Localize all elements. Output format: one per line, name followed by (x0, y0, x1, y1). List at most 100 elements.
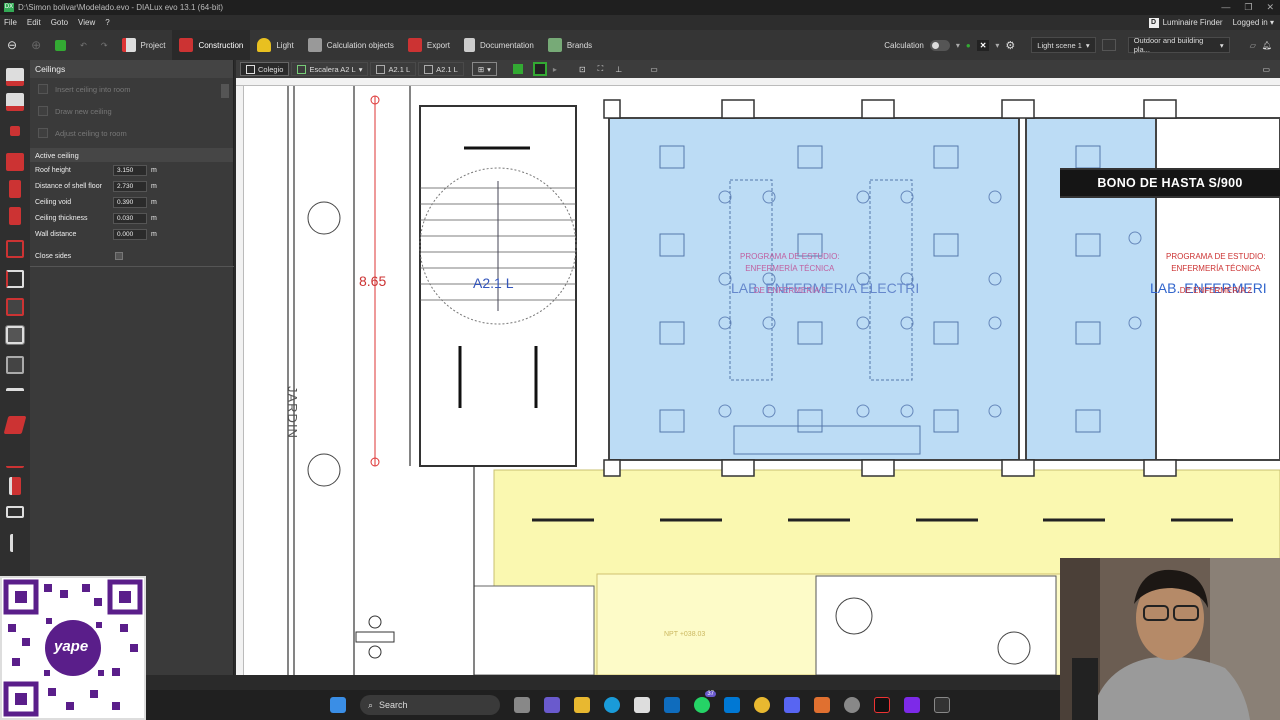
tab-brands[interactable]: Brands (541, 30, 599, 60)
tab-storey-2[interactable]: A2.1 L (418, 62, 464, 76)
tiktok-icon[interactable] (874, 697, 890, 713)
undo-icon: ↶ (80, 40, 87, 50)
tab-calculation-objects[interactable]: Calculation objects (301, 30, 401, 60)
openings-icon[interactable] (3, 416, 27, 434)
tab-light[interactable]: Light (250, 30, 300, 60)
light-scene-select[interactable]: Light scene 1 ▾ (1031, 37, 1096, 53)
menu-file[interactable]: File (4, 18, 17, 27)
elements-icon[interactable] (9, 477, 21, 495)
terrain-icon[interactable] (6, 450, 24, 468)
view-mode-select[interactable]: Outdoor and building pla... ▾ (1127, 36, 1230, 54)
redo-button[interactable]: ↷ (94, 30, 115, 60)
close-sides-checkbox[interactable] (115, 252, 123, 260)
discord-icon[interactable] (784, 697, 800, 713)
tab-construction[interactable]: Construction (172, 30, 251, 60)
npt-label: NPT +038.03 (664, 631, 706, 638)
room-icon[interactable] (9, 207, 21, 225)
tab-documentation[interactable]: Documentation (457, 30, 541, 60)
measure-icon[interactable] (10, 534, 20, 552)
canva-icon[interactable] (904, 697, 920, 713)
menu-view[interactable]: View (78, 18, 95, 27)
maximize-icon[interactable]: ❐ (1244, 0, 1252, 15)
forward-button[interactable]: ⊕ (24, 30, 48, 60)
tab-project[interactable]: Project (115, 30, 173, 60)
taskbar-search[interactable]: ⌕ Search (360, 695, 500, 715)
import-icon[interactable] (6, 68, 24, 86)
zoom-region-icon[interactable]: ⛶ (598, 64, 604, 74)
logged-in-menu[interactable]: Logged in ▾ (1233, 18, 1274, 27)
ceiling-void-input[interactable]: 0.390 (113, 196, 147, 208)
prop-label: Distance of shell floor (35, 182, 102, 190)
green-active-icon[interactable] (532, 62, 547, 76)
scene-add-icon[interactable] (1101, 39, 1116, 51)
settings-icon[interactable] (844, 697, 860, 713)
paint-icon[interactable] (814, 697, 830, 713)
minimize-icon[interactable]: — (1221, 0, 1230, 15)
zoom-fit-icon[interactable]: ⊡ (579, 65, 586, 74)
edge-icon[interactable] (604, 697, 620, 713)
promo-banner-text: BONO DE HASTA S/900 (1097, 176, 1243, 190)
tool-draw-ceiling[interactable]: Draw new ceiling (30, 100, 233, 122)
collapse-icon[interactable] (221, 84, 229, 98)
tab-storey-1[interactable]: A2.1 L (370, 62, 417, 76)
file-explorer-icon[interactable] (574, 697, 590, 713)
monitor-icon[interactable]: ▭ (1262, 65, 1270, 74)
menu-bar: File Edit Goto View ? D Luminaire Finder … (0, 15, 1280, 30)
dialux-icon[interactable] (934, 697, 950, 713)
calculate-icon[interactable]: ● (966, 41, 971, 50)
outlook-icon[interactable] (664, 697, 680, 713)
storey-icon[interactable] (10, 126, 20, 136)
ceiling-thickness-input[interactable]: 0.030 (113, 212, 147, 224)
tool-adjust-ceiling[interactable]: Adjust ceiling to room (30, 122, 233, 144)
store-icon[interactable] (634, 697, 650, 713)
close-icon[interactable]: ✕ (1266, 0, 1274, 15)
copilot-icon[interactable] (544, 697, 560, 713)
tool-insert-ceiling[interactable]: Insert ceiling into room (30, 78, 233, 100)
view-select-tool[interactable]: ⊞ ▾ (471, 62, 497, 76)
green-view-icon[interactable] (512, 64, 523, 74)
prop-label: Roof height (35, 166, 71, 174)
ceiling-icon[interactable] (5, 325, 25, 345)
play-icon[interactable]: ▸ (553, 65, 557, 74)
wall-icon[interactable] (9, 180, 21, 198)
chrome-icon[interactable] (754, 697, 770, 713)
whatsapp-icon[interactable]: 37 (694, 691, 716, 713)
menu-help[interactable]: ? (105, 18, 109, 27)
tab-export[interactable]: Export (401, 30, 457, 60)
notification-bell-icon[interactable]: 🔔︎ (1262, 41, 1272, 50)
stairs-icon[interactable] (6, 388, 24, 406)
task-view-icon[interactable] (514, 697, 530, 713)
roof-icon[interactable] (6, 356, 24, 374)
tab-escalera[interactable]: Escalera A2 L ▾ (291, 62, 369, 76)
building-icon[interactable] (6, 153, 24, 171)
frame-icon[interactable]: ▭ (650, 65, 658, 74)
luminaire-finder-button[interactable]: D Luminaire Finder (1148, 17, 1223, 28)
door-icon[interactable] (6, 270, 24, 288)
floor-icon[interactable] (6, 240, 24, 258)
undo-button[interactable]: ↶ (73, 30, 94, 60)
window-icon[interactable] (6, 298, 24, 316)
back-button[interactable]: ⊖ (0, 30, 24, 60)
windows-start-icon[interactable] (330, 697, 346, 713)
options-dropdown-icon[interactable]: ▾ (995, 41, 999, 50)
shell-floor-input[interactable]: 2.730 (113, 180, 147, 192)
calculation-toggle[interactable] (929, 39, 950, 51)
save-button[interactable] (48, 30, 73, 60)
menu-goto[interactable]: Goto (51, 18, 68, 27)
layers-icon[interactable]: ▱ (1250, 41, 1256, 50)
calculation-dropdown-icon[interactable]: ▾ (956, 41, 960, 50)
tab-colegio[interactable]: Colegio (240, 62, 290, 76)
rectangle-icon[interactable] (6, 506, 24, 518)
building-tab-icon (297, 64, 307, 74)
room-tab-icon (424, 64, 434, 74)
measure-tool-icon[interactable]: ⊥ (615, 65, 622, 74)
vscode-icon[interactable] (724, 697, 740, 713)
tool-insert-ceiling-label: Insert ceiling into room (55, 84, 131, 94)
settings-gear-icon[interactable]: ⚙ (1005, 39, 1015, 52)
import-dwg-icon[interactable] (6, 93, 24, 111)
roof-height-input[interactable]: 3.150 (113, 164, 147, 176)
export-icon (407, 38, 422, 52)
stop-icon[interactable]: ✕ (976, 39, 990, 51)
wall-distance-input[interactable]: 0.000 (113, 228, 147, 240)
menu-edit[interactable]: Edit (27, 18, 41, 27)
